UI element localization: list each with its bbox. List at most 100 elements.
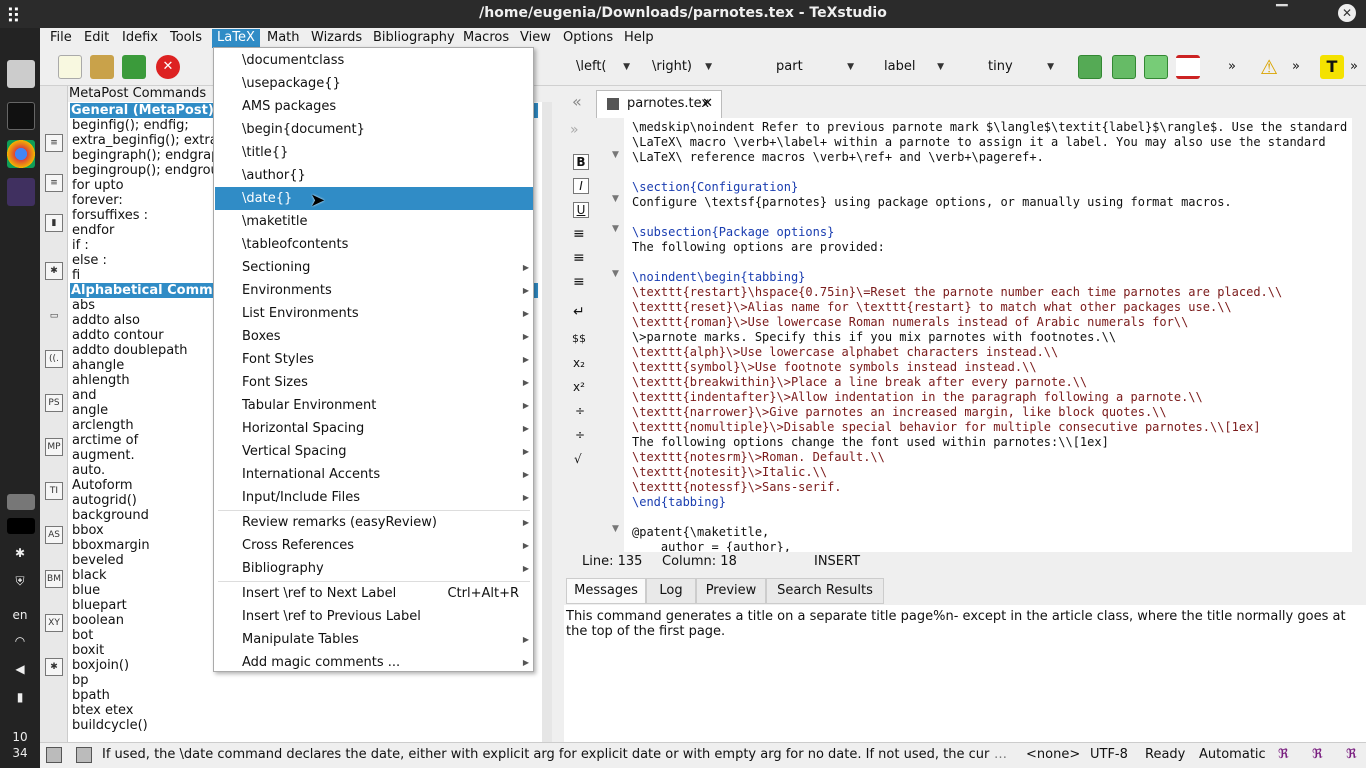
structure-view-icon[interactable]: ≡ xyxy=(45,134,63,152)
editor-scrollbar[interactable] xyxy=(1352,118,1366,552)
menu-wizards[interactable]: Wizards xyxy=(306,29,367,48)
align-left-icon[interactable]: ≡ xyxy=(573,226,585,242)
command-item[interactable]: fi xyxy=(72,268,80,283)
command-item[interactable]: bboxmargin xyxy=(72,538,150,553)
menu-item[interactable]: Boxes ▶ xyxy=(215,325,533,348)
sqrt-icon[interactable]: √ xyxy=(574,452,582,466)
tab-search-results[interactable]: Search Results xyxy=(766,578,884,604)
code-line[interactable]: \medskip\noindent Refer to previous parn… xyxy=(632,120,1347,135)
toolbar-more-3[interactable]: » xyxy=(1350,56,1364,78)
menu-help[interactable]: Help xyxy=(619,29,659,48)
command-item[interactable]: autogrid() xyxy=(72,493,137,508)
menu-macros[interactable]: Macros xyxy=(458,29,514,48)
command-item[interactable]: Autoform xyxy=(72,478,133,493)
panel-toggle-icon[interactable] xyxy=(46,747,62,763)
code-line[interactable]: \texttt{indentafter}\>Allow indentation … xyxy=(632,390,1203,405)
command-item[interactable]: bluepart xyxy=(72,598,127,613)
commands-scrollbar[interactable] xyxy=(542,102,552,752)
menu-item[interactable]: Cross References ▶ xyxy=(215,534,533,557)
workspace-1-icon[interactable] xyxy=(7,494,35,510)
menu-tools[interactable]: Tools xyxy=(165,29,207,48)
tab-log[interactable]: Log xyxy=(646,578,696,604)
texstudio-status-icon[interactable]: ℜ xyxy=(1346,743,1357,767)
reference-combo[interactable]: label ▼ xyxy=(884,56,946,78)
menu-item[interactable]: Insert \ref to Previous Label xyxy=(215,605,533,628)
dfrac-icon[interactable]: ÷ xyxy=(575,428,585,442)
menu-item[interactable]: Horizontal Spacing ▶ xyxy=(215,417,533,440)
terminal-icon[interactable] xyxy=(7,102,35,130)
keyboard-layout[interactable]: en xyxy=(0,608,40,622)
command-item[interactable]: if : xyxy=(72,238,89,253)
save-icon[interactable] xyxy=(122,55,146,79)
command-item[interactable]: bot xyxy=(72,628,93,643)
folder-icon[interactable]: ▭ xyxy=(45,308,63,326)
subscript-icon[interactable]: x₂ xyxy=(573,356,585,370)
code-line[interactable]: \texttt{nomultiple}\>Disable special beh… xyxy=(632,420,1261,435)
math-mode-icon[interactable]: $$ xyxy=(572,332,586,345)
tikz-icon[interactable]: TI xyxy=(45,482,63,500)
command-item[interactable]: abs xyxy=(72,298,95,313)
underline-icon[interactable]: U xyxy=(573,202,589,218)
menu-item[interactable]: Font Styles ▶ xyxy=(215,348,533,371)
menu-item[interactable]: Insert \ref to Next Label Ctrl+Alt+R xyxy=(215,582,533,605)
command-item[interactable]: endfor xyxy=(72,223,114,238)
command-item[interactable]: boolean xyxy=(72,613,124,628)
command-item[interactable]: extra_beginfig(); extra_ xyxy=(72,133,224,148)
volume-icon[interactable]: ◀ xyxy=(0,662,40,676)
code-line[interactable]: \texttt{breakwithin}\>Place a line break… xyxy=(632,375,1087,390)
code-line[interactable]: \texttt{narrower}\>Give parnotes an incr… xyxy=(632,405,1167,420)
metapost-icon[interactable]: MP xyxy=(45,438,63,456)
workspace-2-icon[interactable] xyxy=(7,518,35,534)
left-delimiter-combo[interactable]: \left(▼ xyxy=(576,56,632,78)
warning-icon[interactable]: ⚠ xyxy=(1260,55,1284,79)
fold-marker[interactable]: ▼ xyxy=(612,524,619,534)
close-document-icon[interactable]: ✕ xyxy=(156,55,180,79)
command-item[interactable]: bbox xyxy=(72,523,104,538)
menu-item[interactable]: List Environments ▶ xyxy=(215,302,533,325)
menu-item[interactable]: \begin{document} xyxy=(215,118,533,141)
texstudio-status-icon[interactable]: ℜ xyxy=(1278,743,1289,767)
fold-marker[interactable]: ▼ xyxy=(612,194,619,204)
command-item[interactable]: blue xyxy=(72,583,100,598)
bookmark-icon[interactable]: ▮ xyxy=(45,214,63,232)
close-button[interactable]: ✕ xyxy=(1338,4,1356,22)
command-item[interactable]: boxjoin() xyxy=(72,658,129,673)
command-item[interactable]: augment. xyxy=(72,448,135,463)
command-item[interactable]: boxit xyxy=(72,643,104,658)
command-item[interactable]: arclength xyxy=(72,418,134,433)
menu-item[interactable]: \author{} xyxy=(215,164,533,187)
menu-item[interactable]: \tableofcontents xyxy=(215,233,533,256)
command-item[interactable]: beginfig(); endfig; xyxy=(72,118,189,133)
command-item[interactable]: bpath xyxy=(72,688,110,703)
command-item[interactable]: forsuffixes : xyxy=(72,208,148,223)
xymatrix-icon[interactable]: XY xyxy=(45,614,63,632)
menu-item[interactable]: Bibliography ▶ xyxy=(215,557,533,580)
pstricks-icon[interactable]: PS xyxy=(45,394,63,412)
fold-marker[interactable]: ▼ xyxy=(612,224,619,234)
menu-item[interactable]: \documentclass xyxy=(215,49,533,72)
texstudio-icon[interactable] xyxy=(7,178,35,206)
menu-item[interactable]: Sectioning ▶ xyxy=(215,256,533,279)
command-item[interactable]: addto contour xyxy=(72,328,164,343)
menu-idefix[interactable]: Idefix xyxy=(117,29,163,48)
compile-mode-status[interactable]: Automatic xyxy=(1199,743,1266,767)
command-item[interactable]: forever: xyxy=(72,193,123,208)
menu-item[interactable]: Review remarks (easyReview) ▶ xyxy=(215,511,533,534)
menu-item[interactable]: International Accents ▶ xyxy=(215,463,533,486)
beamer-icon[interactable]: BM xyxy=(45,570,63,588)
menu-file[interactable]: File xyxy=(45,29,77,48)
battery-icon[interactable]: ▮ xyxy=(0,690,40,704)
menu-item[interactable]: \title{} xyxy=(215,141,533,164)
command-item[interactable]: buildcycle() xyxy=(72,718,148,733)
fraction-icon[interactable]: ÷ xyxy=(575,404,585,418)
code-line[interactable]: Configure \textsf{parnotes} using packag… xyxy=(632,195,1232,210)
open-folder-icon[interactable] xyxy=(90,55,114,79)
code-line[interactable]: \texttt{restart}\hspace{0.75in}\=Reset t… xyxy=(632,285,1282,300)
command-item[interactable]: background xyxy=(72,508,149,523)
code-line[interactable]: \>parnote marks. Specify this if you mix… xyxy=(632,330,1116,345)
italic-icon[interactable]: I xyxy=(573,178,589,194)
command-item[interactable]: ahangle xyxy=(72,358,124,373)
menu-item[interactable]: Font Sizes ▶ xyxy=(215,371,533,394)
menu-item[interactable]: Vertical Spacing ▶ xyxy=(215,440,533,463)
menu-view[interactable]: View xyxy=(515,29,556,48)
